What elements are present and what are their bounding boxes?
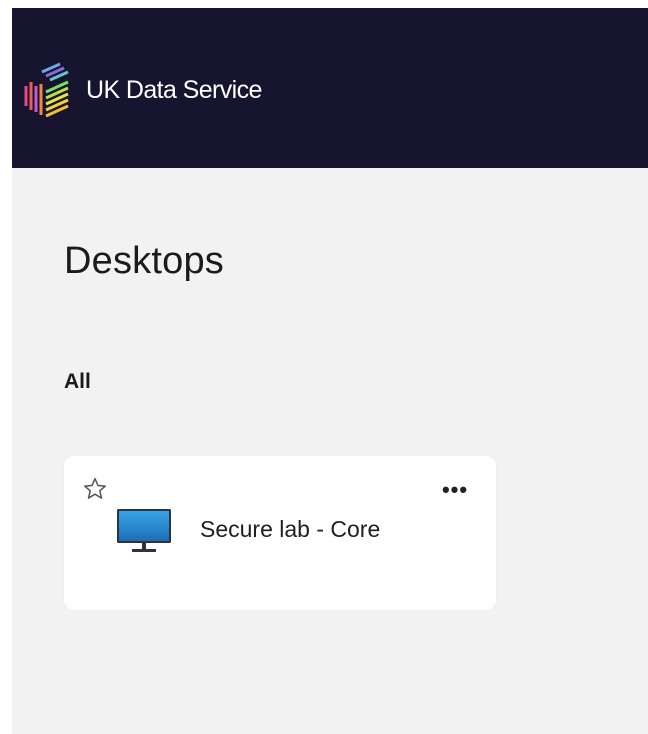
- monitor-icon: [117, 509, 171, 552]
- more-options-icon: •••: [441, 477, 469, 502]
- brand-name: UK Data Service: [86, 75, 262, 104]
- page-title: Desktops: [64, 240, 225, 282]
- ukds-cube-logo-icon: [24, 62, 69, 118]
- app-frame: UK Data Service Desktops All ••• Secure …: [12, 8, 648, 734]
- app-header: UK Data Service: [12, 8, 648, 168]
- more-options-button[interactable]: •••: [434, 478, 476, 502]
- star-outline-icon[interactable]: [82, 476, 108, 502]
- desktop-name[interactable]: Secure lab - Core: [200, 516, 380, 543]
- desktop-card[interactable]: ••• Secure lab - Core: [64, 456, 496, 610]
- brand-logo[interactable]: UK Data Service: [24, 60, 262, 120]
- section-label-all: All: [64, 370, 91, 393]
